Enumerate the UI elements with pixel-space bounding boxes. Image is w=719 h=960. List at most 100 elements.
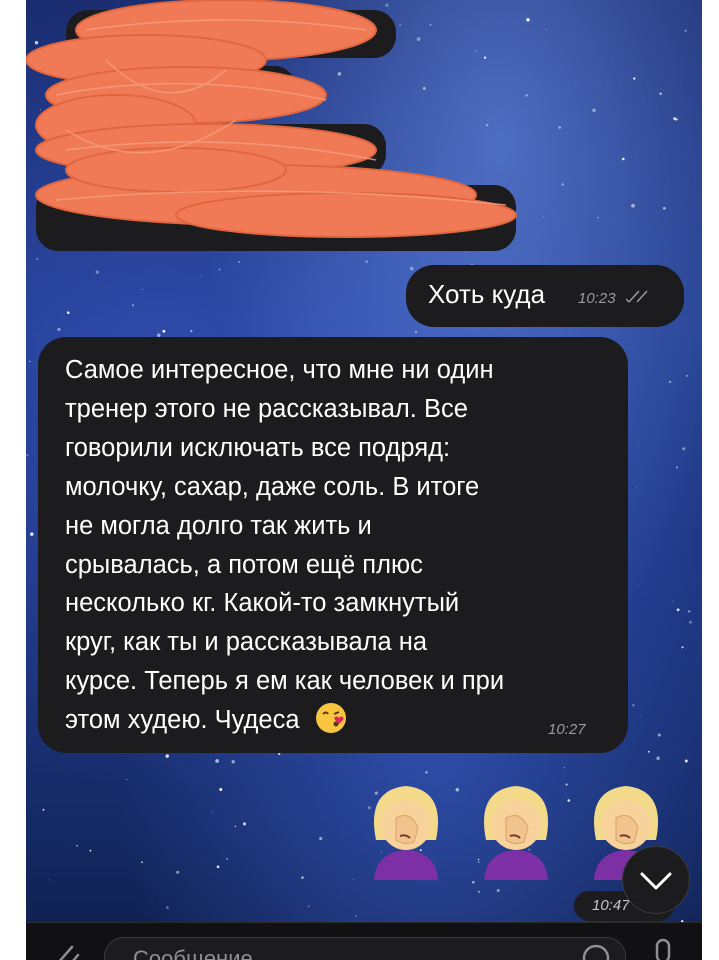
star (211, 810, 213, 812)
message-input-placeholder: Сообщение (133, 946, 253, 960)
message-line-last: этом худею. Чудеса (65, 701, 605, 740)
star (684, 29, 687, 32)
star (355, 915, 357, 917)
star (558, 126, 561, 129)
star (219, 788, 223, 791)
star (415, 330, 417, 333)
star (638, 584, 639, 586)
star (48, 879, 50, 881)
star (162, 329, 166, 333)
woman-facepalming-icon (374, 786, 438, 880)
star (36, 258, 39, 260)
star (569, 181, 571, 182)
star (28, 360, 31, 363)
star (365, 260, 368, 263)
message-line: не могла долго так жить и (65, 511, 372, 540)
message-line: тренер этого не рассказывал. Все (65, 394, 468, 423)
star (141, 288, 143, 290)
star (278, 752, 281, 756)
message-line: курсе. Теперь я ем как человек и при (65, 667, 505, 696)
woman-facepalming-icon (484, 786, 548, 880)
kissing-face-emoji-icon (315, 703, 346, 734)
star (319, 836, 323, 841)
star (95, 270, 100, 274)
incoming-message[interactable]: Самое интересное, что мне ни один тренер… (38, 337, 628, 753)
star (597, 217, 599, 219)
star (57, 327, 61, 332)
star (307, 905, 310, 908)
microphone-icon[interactable] (648, 937, 678, 960)
star (465, 252, 468, 254)
incoming-message-text: Самое интересное, что мне ни один тренер… (65, 351, 605, 740)
star (561, 183, 564, 186)
outgoing-message-text: Хоть куда (428, 279, 546, 309)
star (425, 771, 428, 774)
star (215, 759, 219, 763)
attachment-icon[interactable] (44, 937, 84, 960)
star (132, 304, 134, 307)
star (622, 157, 625, 161)
star (633, 77, 636, 80)
star (238, 261, 240, 263)
star (631, 203, 635, 208)
star (662, 206, 666, 210)
star (681, 646, 684, 649)
star (675, 466, 678, 469)
star (659, 92, 662, 95)
message-input-bar: Сообщение (26, 922, 702, 960)
star (89, 849, 92, 852)
message-line: круг, как ты и рассказывала на (65, 628, 428, 657)
star (647, 750, 650, 753)
outgoing-message-time: 10:23 (578, 290, 616, 307)
star (638, 445, 640, 447)
star (141, 861, 143, 863)
chevron-down-icon (640, 872, 672, 890)
star (409, 266, 414, 271)
message-line: этом худею. Чудеса (65, 706, 300, 735)
star (125, 778, 127, 780)
star (641, 715, 642, 716)
star (242, 822, 247, 826)
star (200, 276, 202, 278)
star (672, 601, 674, 603)
star (689, 620, 692, 624)
star (477, 890, 480, 893)
star (688, 610, 691, 613)
star (632, 704, 635, 707)
outgoing-message[interactable]: Хоть куда 10:23 (406, 265, 684, 327)
message-line: несколько кг. Какой-то замкнутый (65, 589, 460, 618)
star (673, 117, 676, 120)
star (352, 879, 354, 880)
orange-scribble-redaction (26, 0, 517, 238)
star (301, 876, 304, 879)
star (216, 865, 220, 869)
star (42, 808, 45, 811)
star (165, 754, 169, 758)
sticker-icon[interactable] (581, 943, 611, 960)
star (166, 906, 169, 909)
star (496, 888, 500, 893)
star (231, 759, 235, 764)
star (592, 108, 596, 113)
star (30, 532, 34, 536)
star (190, 330, 193, 333)
star (226, 857, 229, 860)
scroll-to-bottom-button[interactable] (622, 846, 690, 914)
star (176, 870, 180, 874)
star (668, 380, 672, 384)
star (686, 375, 688, 377)
message-line: Самое интересное, что мне ни один (65, 356, 494, 384)
star (67, 311, 70, 315)
star (234, 825, 237, 828)
message-line: молочку, сахар, даже соль. В итоге (65, 472, 480, 501)
star (26, 454, 29, 457)
read-checkmarks-icon (626, 290, 648, 303)
star (656, 756, 660, 761)
star (218, 268, 221, 271)
star (657, 733, 661, 737)
star (682, 447, 686, 451)
star (684, 759, 688, 763)
message-line: говорили исключать все подряд: (65, 433, 451, 462)
message-input-field[interactable]: Сообщение (104, 937, 626, 960)
message-line: срывалась, а потом ещё плюс (65, 550, 423, 579)
